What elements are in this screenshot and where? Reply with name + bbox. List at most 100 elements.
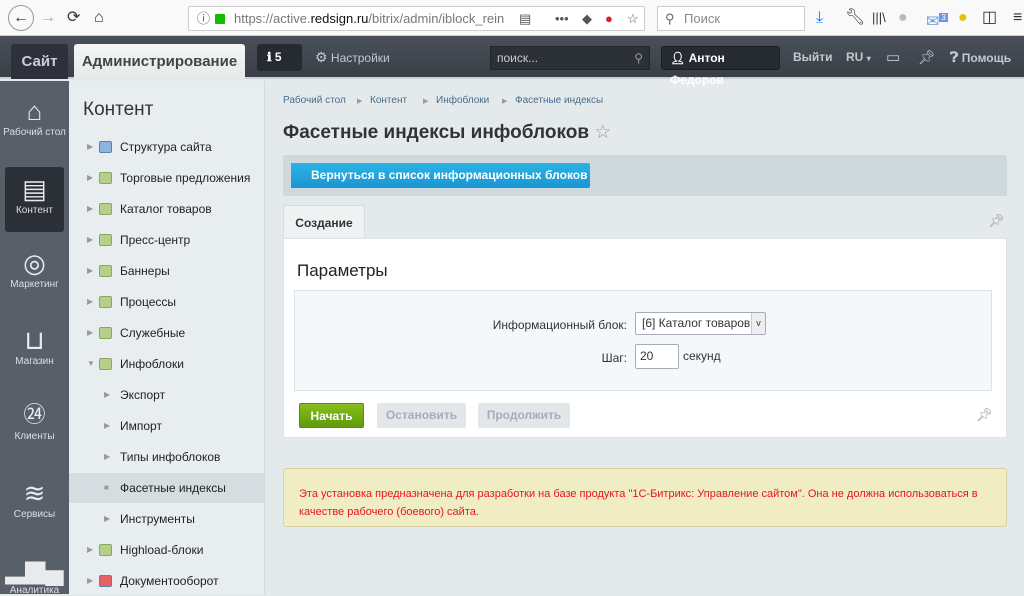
page-title: Фасетные индексы инфоблоков ☆: [283, 121, 611, 144]
settings-link[interactable]: ⚙ Настройки: [315, 36, 390, 80]
help-link[interactable]: ❓︎ Помощь: [950, 36, 1011, 80]
back-icon[interactable]: ←: [8, 5, 34, 31]
bookmark-star-icon[interactable]: ☆: [627, 7, 639, 30]
forward-icon[interactable]: →: [40, 8, 56, 28]
menu-item-label: Типы инфоблоков: [120, 450, 221, 464]
breadcrumb-item[interactable]: Контент: [370, 95, 407, 106]
menu-item-label: Процессы: [120, 295, 177, 309]
back-to-list-button[interactable]: Вернуться в список информационных блоков: [291, 163, 590, 188]
sidebar-item-marketing[interactable]: ◎ Маркетинг: [0, 247, 69, 290]
iblock-label: Информационный блок:: [492, 318, 627, 332]
menu-item[interactable]: ▼ Инфоблоки: [69, 349, 264, 379]
wrench-icon[interactable]: 🔧︎: [845, 8, 865, 28]
pin-icon[interactable]: 📌︎: [988, 213, 1005, 229]
sidebar-item-services[interactable]: ≋ Сервисы: [0, 477, 69, 520]
chevron-right-icon[interactable]: ▶: [87, 132, 93, 162]
ublock-icon[interactable]: ●: [605, 7, 613, 30]
menu-item[interactable]: ▶ Highload-блоки: [69, 535, 264, 565]
menu-icon[interactable]: ≡: [1013, 8, 1022, 28]
pocket-icon[interactable]: ◆: [582, 7, 592, 30]
menu-item[interactable]: ▶ Документооборот: [69, 566, 264, 596]
menu-item[interactable]: ▶ Пресс-центр: [69, 225, 264, 255]
pin-icon[interactable]: 📌︎: [918, 36, 936, 79]
chevron-right-icon[interactable]: ▶: [104, 442, 110, 472]
tab-create[interactable]: Создание: [283, 205, 365, 239]
url-path: /bitrix/admin/iblock_rein: [368, 11, 505, 26]
extension-icon[interactable]: ●: [958, 8, 968, 28]
sidebar-item-shop[interactable]: ⊔ Магазин: [0, 324, 69, 367]
menu-item[interactable]: ▶ Каталог товаров: [69, 194, 264, 224]
menu-item[interactable]: ■ Фасетные индексы: [69, 473, 264, 503]
chevron-right-icon[interactable]: ▶: [87, 225, 93, 255]
chevron-down-icon[interactable]: ▼: [87, 349, 95, 379]
search-icon: ⚲: [634, 51, 643, 65]
warning-message: Эта установка предназначена для разработ…: [283, 468, 1007, 527]
menu-item[interactable]: ▶ Типы инфоблоков: [69, 442, 264, 472]
breadcrumb-item[interactable]: Инфоблоки: [436, 95, 489, 106]
home-icon[interactable]: ⌂: [94, 8, 104, 28]
chevron-right-icon[interactable]: ▶: [87, 535, 93, 565]
url-bar[interactable]: ⓘ https://active.redsign.ru/bitrix/admin…: [188, 6, 645, 31]
download-icon[interactable]: ⤓: [816, 8, 823, 28]
pin-icon[interactable]: 📌︎: [976, 407, 993, 423]
search-placeholder: Поиск: [684, 11, 721, 26]
favorite-star-icon[interactable]: ☆: [594, 122, 611, 143]
chevron-right-icon[interactable]: ▶: [87, 566, 93, 596]
globe-icon[interactable]: ●: [898, 8, 908, 28]
sidebar-item-analytics[interactable]: ▂▆▄ Аналитика: [0, 553, 69, 596]
keyboard-icon[interactable]: ▭: [886, 36, 900, 79]
browser-search-input[interactable]: ⚲ Поиск: [657, 6, 805, 31]
continue-button[interactable]: Продолжить: [478, 403, 570, 428]
menu-item[interactable]: ▶ Процессы: [69, 287, 264, 317]
sidebar-item-desktop[interactable]: ⌂ Рабочий стол: [0, 95, 69, 138]
chevron-right-icon[interactable]: ▶: [87, 287, 93, 317]
sidebar-icon[interactable]: ◫: [982, 8, 997, 28]
folder-icon: [99, 203, 112, 215]
chevron-right-icon[interactable]: ▶: [87, 318, 93, 348]
chevron-right-icon[interactable]: ■: [104, 473, 109, 503]
iblock-select[interactable]: [6] Каталог товаров v: [635, 312, 766, 335]
stop-button[interactable]: Остановить: [377, 403, 466, 428]
folder-icon: [99, 575, 112, 587]
chevron-right-icon[interactable]: ▶: [87, 256, 93, 286]
step-label: Шаг:: [601, 351, 627, 365]
chevron-right-icon[interactable]: ▶: [87, 194, 93, 224]
sidebar-label: Маркетинг: [10, 279, 59, 290]
menu-item[interactable]: ▶ Торговые предложения: [69, 163, 264, 193]
step-unit: секунд: [683, 349, 721, 363]
menu-item-label: Структура сайта: [120, 140, 212, 154]
reader-icon[interactable]: ▤: [519, 7, 531, 30]
chevron-right-icon[interactable]: ▶: [87, 163, 93, 193]
language-select[interactable]: RU ▾: [846, 36, 871, 80]
breadcrumb-item[interactable]: Рабочий стол: [283, 95, 346, 106]
user-button[interactable]: 👤︎ Антон Федоров: [661, 46, 780, 87]
chevron-right-icon[interactable]: ▶: [104, 380, 110, 410]
menu-item[interactable]: ▶ Баннеры: [69, 256, 264, 286]
browser-toolbar: ← → ⟳ ⌂ ⓘ https://active.redsign.ru/bitr…: [0, 0, 1024, 36]
basket-icon: ⊔: [24, 325, 45, 355]
reload-icon[interactable]: ⟳: [67, 8, 80, 28]
breadcrumb-item[interactable]: Фасетные индексы: [515, 95, 603, 106]
chevron-right-icon[interactable]: ▶: [104, 411, 110, 441]
logout-link[interactable]: Выйти: [793, 36, 833, 79]
menu-item[interactable]: ▶ Служебные: [69, 318, 264, 348]
admin-search-input[interactable]: поиск... ⚲: [490, 46, 650, 70]
menu-item[interactable]: ▶ Импорт: [69, 411, 264, 441]
more-icon[interactable]: •••: [555, 7, 569, 30]
tab-site[interactable]: Сайт: [11, 44, 68, 79]
tab-admin[interactable]: Администрирование: [74, 44, 245, 79]
mail-icon[interactable]: ✉ 3: [926, 8, 948, 32]
content-menu: Контент ▶ Структура сайта ▶ Торговые предло…: [69, 81, 265, 594]
sidebar-label: Клиенты: [14, 431, 55, 442]
chevron-right-icon[interactable]: ▶: [104, 504, 110, 534]
home-icon: ⌂: [26, 96, 43, 126]
sidebar-item-clients[interactable]: ㉔ Клиенты: [0, 399, 69, 442]
step-input[interactable]: 20: [635, 344, 679, 369]
library-icon[interactable]: |||\: [872, 8, 886, 28]
notifications-button[interactable]: ℹ 5: [257, 44, 302, 71]
menu-item[interactable]: ▶ Структура сайта: [69, 132, 264, 162]
sidebar-item-content[interactable]: ▤ Контент: [5, 167, 64, 232]
menu-item[interactable]: ▶ Экспорт: [69, 380, 264, 410]
menu-item[interactable]: ▶ Инструменты: [69, 504, 264, 534]
start-button[interactable]: Начать: [299, 403, 364, 428]
